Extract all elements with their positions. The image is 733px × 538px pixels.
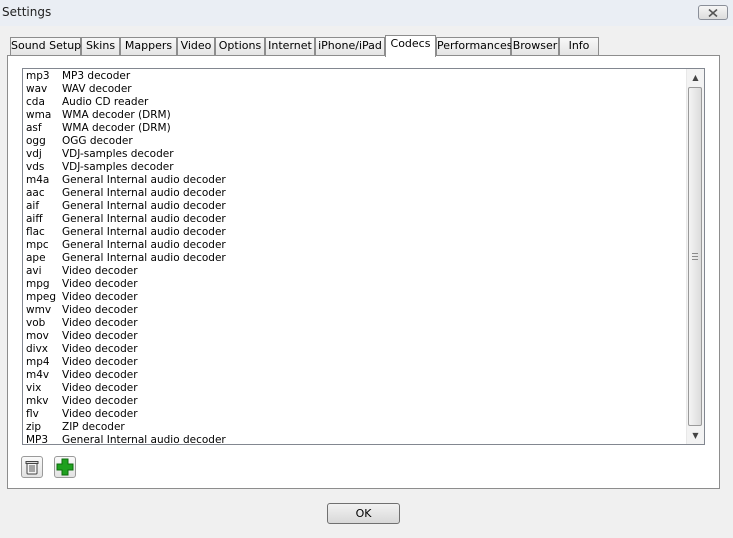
codec-description: Video decoder bbox=[62, 291, 138, 303]
codec-extension: cda bbox=[26, 96, 45, 108]
codec-extension: flv bbox=[26, 408, 39, 420]
codec-description: Video decoder bbox=[62, 304, 138, 316]
scroll-down-button[interactable]: ▼ bbox=[687, 427, 704, 444]
codec-extension: wmv bbox=[26, 304, 52, 316]
codec-extension: aac bbox=[26, 187, 45, 199]
codec-extension: ogg bbox=[26, 135, 46, 147]
codec-extension: mpeg bbox=[26, 291, 57, 303]
codec-description: Video decoder bbox=[62, 395, 138, 407]
codec-extension: vob bbox=[26, 317, 46, 329]
chevron-down-icon: ▼ bbox=[692, 431, 699, 440]
codec-extension: aiff bbox=[26, 213, 43, 225]
codec-extension: aif bbox=[26, 200, 40, 212]
add-codec-button[interactable] bbox=[54, 456, 76, 478]
codec-description: ZIP decoder bbox=[62, 421, 125, 433]
codec-description: General Internal audio decoder bbox=[62, 213, 226, 225]
codec-description: Video decoder bbox=[62, 382, 138, 394]
codec-extension: flac bbox=[26, 226, 45, 238]
trash-icon bbox=[25, 461, 39, 475]
chevron-up-icon: ▲ bbox=[692, 73, 699, 82]
tab-video[interactable]: Video bbox=[177, 37, 215, 55]
scroll-thumb[interactable] bbox=[688, 87, 702, 426]
codec-description: General Internal audio decoder bbox=[62, 200, 226, 212]
tab-internet[interactable]: Internet bbox=[265, 37, 315, 55]
vertical-scrollbar[interactable]: ▲ ▼ bbox=[686, 69, 704, 444]
close-button[interactable] bbox=[698, 5, 728, 20]
delete-codec-button[interactable] bbox=[21, 456, 43, 478]
codec-description: Video decoder bbox=[62, 330, 138, 342]
tab-performances[interactable]: Performances bbox=[436, 37, 512, 55]
codec-extension: avi bbox=[26, 265, 42, 277]
codec-description: WMA decoder (DRM) bbox=[62, 122, 171, 134]
codec-extension: divx bbox=[26, 343, 49, 355]
title-bar: Settings bbox=[0, 0, 733, 26]
codec-description: WAV decoder bbox=[62, 83, 132, 95]
codec-description: Video decoder bbox=[62, 278, 138, 290]
tab-mappers[interactable]: Mappers bbox=[120, 37, 177, 55]
codec-extension: mp4 bbox=[26, 356, 50, 368]
codec-extension: mpc bbox=[26, 239, 49, 251]
codec-description: MP3 decoder bbox=[62, 70, 131, 82]
codec-description: Video decoder bbox=[62, 265, 138, 277]
codec-extension: mkv bbox=[26, 395, 49, 407]
ok-button[interactable]: OK bbox=[327, 503, 400, 524]
codec-extension: m4v bbox=[26, 369, 50, 381]
codec-description: Video decoder bbox=[62, 369, 138, 381]
close-icon bbox=[708, 8, 718, 17]
codec-extension: vix bbox=[26, 382, 42, 394]
codec-extension: vds bbox=[26, 161, 45, 173]
codec-description: Audio CD reader bbox=[62, 96, 149, 108]
codec-extension: asf bbox=[26, 122, 42, 134]
codec-extension: wav bbox=[26, 83, 48, 95]
codec-description: General Internal audio decoder bbox=[62, 226, 226, 238]
grip-icon bbox=[692, 253, 698, 260]
window-title: Settings bbox=[2, 5, 52, 19]
tab-iphone-ipad[interactable]: iPhone/iPad bbox=[315, 37, 385, 55]
codec-extension: m4a bbox=[26, 174, 50, 186]
codec-description: Video decoder bbox=[62, 356, 138, 368]
codec-extension: vdj bbox=[26, 148, 42, 160]
plus-icon bbox=[56, 458, 74, 476]
codec-extension: mov bbox=[26, 330, 49, 342]
codec-description: General Internal audio decoder bbox=[62, 434, 226, 446]
codec-description: VDJ-samples decoder bbox=[62, 161, 174, 173]
scroll-up-button[interactable]: ▲ bbox=[687, 69, 704, 86]
codec-description: General Internal audio decoder bbox=[62, 252, 226, 264]
codec-description: Video decoder bbox=[62, 408, 138, 420]
codec-description: Video decoder bbox=[62, 343, 138, 355]
tab-browser[interactable]: Browser bbox=[511, 37, 559, 55]
tab-options[interactable]: Options bbox=[215, 37, 265, 55]
tab-skins[interactable]: Skins bbox=[81, 37, 120, 55]
codecs-panel: mp3 MP3 decoder wav WAV decoder cda Audio C… bbox=[7, 55, 720, 489]
codec-description: General Internal audio decoder bbox=[62, 239, 226, 251]
codec-description: Video decoder bbox=[62, 317, 138, 329]
codec-description: OGG decoder bbox=[62, 135, 133, 147]
codec-description: WMA decoder (DRM) bbox=[62, 109, 171, 121]
tab-info[interactable]: Info bbox=[559, 37, 599, 55]
codec-extension: mp3 bbox=[26, 70, 50, 82]
codec-extension: wma bbox=[26, 109, 52, 121]
codec-description: VDJ-samples decoder bbox=[62, 148, 174, 160]
codec-extension: mpg bbox=[26, 278, 50, 290]
codec-extension: ape bbox=[26, 252, 46, 264]
tab-sound-setup[interactable]: Sound Setup bbox=[10, 37, 81, 55]
codec-description: General Internal audio decoder bbox=[62, 187, 226, 199]
tab-codecs[interactable]: Codecs bbox=[385, 35, 436, 57]
codec-extension: MP3 bbox=[26, 434, 49, 446]
codec-description: General Internal audio decoder bbox=[62, 174, 226, 186]
codec-list[interactable]: mp3 MP3 decoder wav WAV decoder cda Audio C… bbox=[22, 68, 705, 446]
codec-extension: zip bbox=[26, 421, 42, 433]
